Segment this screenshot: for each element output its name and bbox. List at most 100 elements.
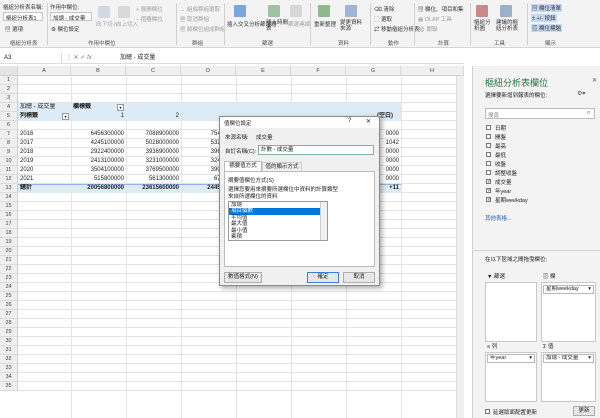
row-field-chip[interactable]: 年year ▾ — [487, 354, 535, 363]
row-header[interactable]: 24 — [0, 283, 18, 292]
more-tables-link[interactable]: 其他表格... — [485, 214, 512, 222]
timeline-icon[interactable] — [268, 5, 280, 17]
row-label-cell[interactable]: 2017 — [18, 139, 71, 148]
row-label-cell[interactable]: 2016 — [18, 130, 71, 139]
custom-name-input[interactable]: 計數 - 成交量 — [258, 145, 374, 155]
row-header[interactable]: 31 — [0, 346, 18, 355]
field-checkbox[interactable] — [486, 125, 491, 130]
data-cell[interactable]: 561300000 — [126, 175, 181, 184]
row-header[interactable]: 20 — [0, 247, 18, 256]
insert-timeline-button[interactable]: 插入時間表 — [266, 20, 288, 32]
row-header[interactable]: 15 — [0, 202, 18, 211]
column-header-c[interactable]: C — [126, 66, 181, 76]
row-header[interactable]: 14 — [0, 193, 18, 202]
filter-dropdown-icon[interactable]: ▾ — [62, 113, 69, 120]
plus-minus-toggle[interactable]: ± +/- 按鈕 — [531, 14, 557, 22]
column-header-h[interactable]: H — [401, 66, 464, 76]
ok-button[interactable]: 確定 — [307, 272, 339, 283]
dialog-titlebar[interactable]: 值欄位設定 ? ✕ — [220, 117, 379, 128]
row-label-cell[interactable]: 2019 — [18, 157, 71, 166]
drill-up-icon[interactable] — [118, 6, 130, 18]
field-label[interactable]: 星期weekday — [495, 196, 528, 204]
row-header[interactable]: 23 — [0, 274, 18, 283]
data-cell[interactable]: 6456300000 — [71, 130, 126, 139]
row-header[interactable]: 4 — [0, 103, 18, 112]
field-checkbox[interactable] — [486, 143, 491, 148]
column-field-chip[interactable]: 星期weekday ▾ — [543, 285, 594, 294]
ungroup-button[interactable]: ▦ 取消群組 — [180, 15, 209, 23]
col-labels-header[interactable]: 欄標籤 ▾ — [71, 103, 126, 112]
row-header[interactable]: 18 — [0, 229, 18, 238]
group-field-button[interactable]: ▦ 將欄位組成群組 — [180, 25, 226, 33]
data-cell[interactable]: 3769500000 — [126, 166, 181, 175]
vertical-scrollbar[interactable] — [456, 76, 464, 418]
columns-area[interactable]: 星期weekday ▾ — [541, 282, 596, 342]
field-label[interactable]: 調整收盤 — [495, 169, 517, 177]
update-button[interactable]: 更新 — [573, 406, 595, 416]
field-label[interactable]: 收盤 — [495, 160, 506, 168]
row-header[interactable]: 7 — [0, 130, 18, 139]
row-header[interactable]: 21 — [0, 256, 18, 265]
formula-input[interactable]: 加總 - 成交量 — [120, 53, 460, 63]
field-label[interactable]: 開盤 — [495, 133, 506, 141]
chevron-down-icon[interactable]: ▾ — [588, 355, 591, 362]
column-header-f[interactable]: F — [291, 66, 346, 76]
row-header[interactable]: 28 — [0, 319, 18, 328]
active-field-input[interactable]: 加總 - 成交量 — [50, 12, 92, 21]
row-header[interactable]: 25 — [0, 292, 18, 301]
chevron-down-icon[interactable]: ▾ — [588, 286, 591, 293]
change-source-button[interactable]: 變更資料來源 — [340, 20, 364, 32]
search-input[interactable]: 搜尋 — [488, 111, 499, 119]
column-header-g[interactable]: G — [346, 66, 401, 76]
row-header[interactable]: 11 — [0, 166, 18, 175]
field-settings-button[interactable]: ⚙ 欄位設定 — [51, 25, 79, 33]
column-header-e[interactable]: E — [236, 66, 291, 76]
pivotchart-button[interactable]: 樞紐分析圖 — [474, 20, 494, 32]
close-icon[interactable]: ✕ — [366, 118, 371, 125]
data-cell[interactable]: 3504100000 — [71, 166, 126, 175]
field-checkbox[interactable]: ✓ — [486, 188, 491, 194]
summarize-function-list[interactable]: 加總 項目個數 平均值 最大值 最小值 乘積 — [228, 201, 328, 241]
row-labels-header[interactable]: 列標籤 ▾ — [18, 112, 71, 121]
number-format-button[interactable]: 數值格式(N) — [224, 272, 262, 283]
field-checkbox[interactable] — [486, 134, 491, 139]
help-icon[interactable]: ? — [348, 118, 351, 124]
row-header[interactable]: 17 — [0, 220, 18, 229]
field-label[interactable]: 年year — [495, 187, 511, 195]
row-header[interactable]: 6 — [0, 121, 18, 130]
select-button[interactable]: ⬚ 選取 — [374, 15, 392, 23]
field-list-toggle[interactable]: ▤ 欄位清單 — [531, 4, 563, 12]
data-cell[interactable]: 2922400000 — [71, 148, 126, 157]
field-checkbox[interactable]: ✓ — [486, 197, 491, 203]
row-header[interactable]: 22 — [0, 265, 18, 274]
row-header[interactable]: 10 — [0, 157, 18, 166]
field-label[interactable]: 日期 — [495, 124, 506, 132]
row-header[interactable]: 32 — [0, 355, 18, 364]
field-headers-toggle[interactable]: ▥ 欄位標題 — [531, 24, 563, 32]
group-selection-button[interactable]: → 組成群組選取 — [180, 5, 220, 13]
list-scrollbar[interactable] — [320, 202, 327, 240]
data-cell[interactable]: 7088900000 — [126, 130, 181, 139]
move-pivot-button[interactable]: ⇄ 移動樞紐分析表 — [374, 25, 420, 33]
chevron-down-icon[interactable]: ▾ — [529, 355, 532, 362]
close-icon[interactable]: ✕ — [592, 77, 597, 84]
expand-field-button[interactable]: + 展開欄位 — [136, 5, 163, 13]
field-checkbox[interactable]: ✓ — [486, 179, 491, 185]
row-header[interactable]: 13 — [0, 184, 18, 193]
data-cell[interactable]: 2413100000 — [71, 157, 126, 166]
fields-items-sets-button[interactable]: ▤ 欄位、項目和集 — [418, 5, 464, 13]
column-header-b[interactable]: B — [71, 66, 126, 76]
data-cell[interactable]: 5028000000 — [126, 139, 181, 148]
change-source-icon[interactable] — [345, 5, 357, 17]
field-checkbox[interactable] — [486, 161, 491, 166]
recommended-pivot-icon[interactable] — [500, 5, 512, 17]
value-field-chip[interactable]: 加總 - 成交量 ▾ — [543, 354, 594, 363]
pivotchart-icon[interactable] — [476, 5, 488, 17]
values-area[interactable]: 加總 - 成交量 ▾ — [541, 352, 596, 402]
list-option[interactable]: 乘積 — [229, 234, 327, 240]
filter-connections-button[interactable]: 篩選連線 — [288, 20, 310, 28]
pivot-title-cell[interactable]: 加總 - 成交量 — [18, 103, 71, 112]
rows-area[interactable]: 年year ▾ — [485, 352, 537, 402]
row-header[interactable]: 5 — [0, 112, 18, 121]
row-header[interactable]: 9 — [0, 148, 18, 157]
